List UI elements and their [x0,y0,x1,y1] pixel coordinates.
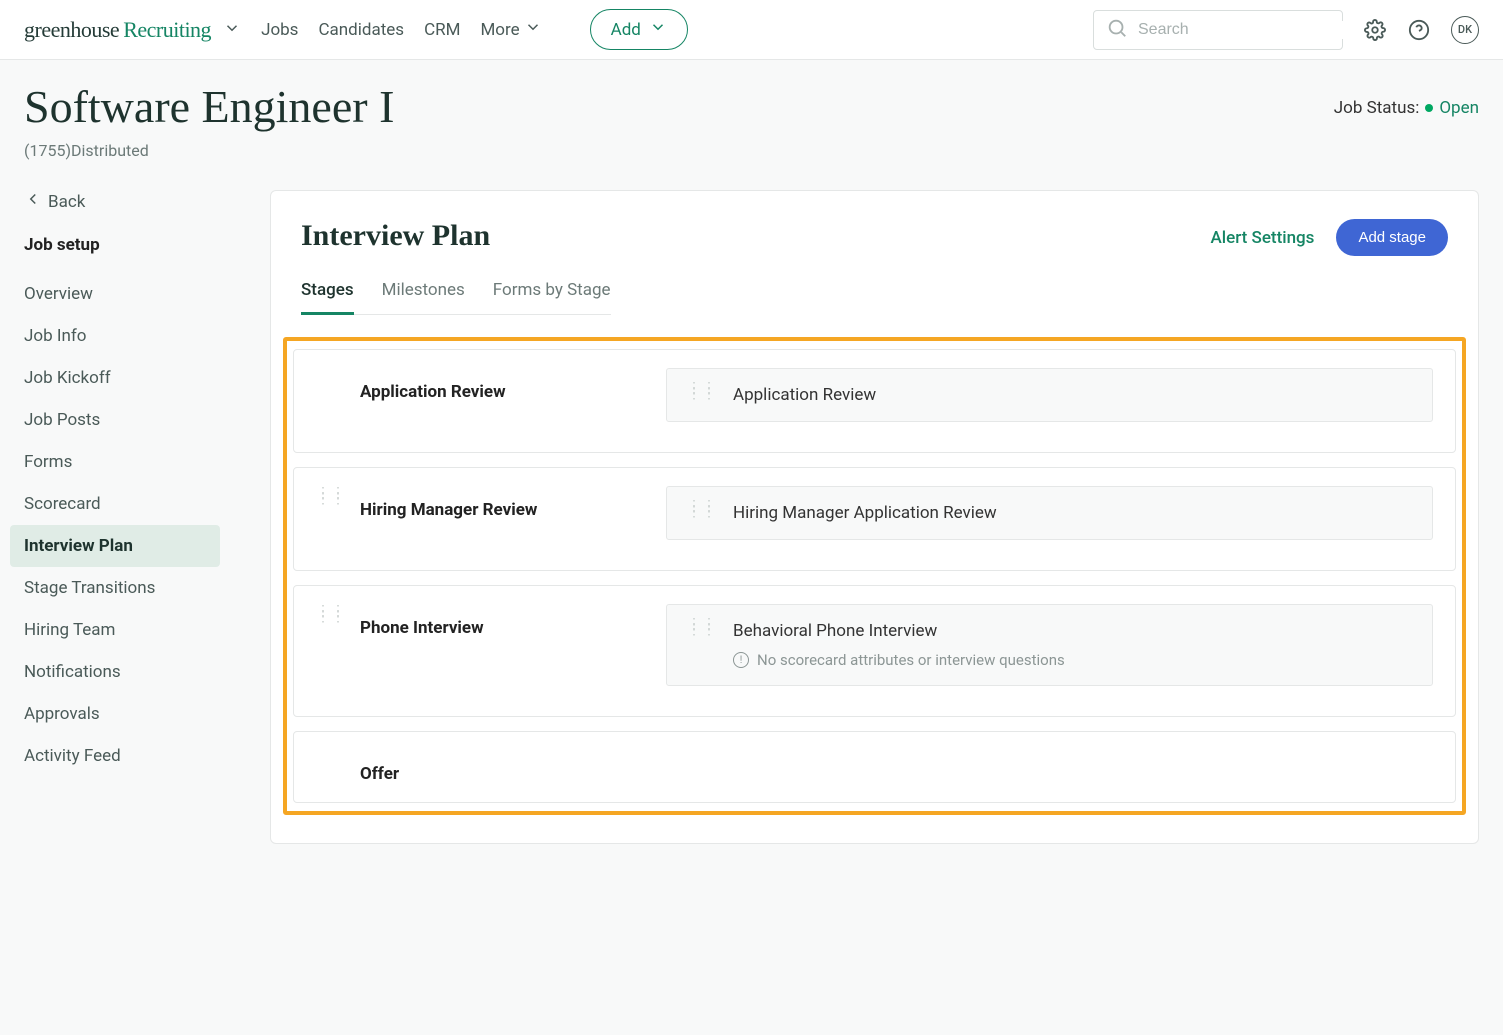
logo-text-1: greenhouse [24,17,119,43]
sidebar-item-notifications[interactable]: Notifications [24,651,240,693]
interview-warning-text: No scorecard attributes or interview que… [757,651,1065,669]
add-button-label: Add [611,20,641,40]
gear-icon[interactable] [1363,18,1387,42]
panel-title: Interview Plan [301,219,490,253]
status-dot-icon [1425,104,1433,112]
drag-handle-icon[interactable]: ⋮⋮⋮⋮ [687,503,717,515]
logo[interactable]: greenhouse Recruiting [24,17,241,43]
nav-crm[interactable]: CRM [424,20,460,40]
job-status: Job Status: Open [1334,80,1479,118]
logo-text-2: Recruiting [123,17,211,43]
interview-item[interactable]: ⋮⋮⋮⋮ Application Review [666,368,1433,422]
interview-name: Behavioral Phone Interview [733,621,1412,641]
job-office: Distributed [71,141,149,160]
add-button[interactable]: Add [590,9,688,50]
nav-jobs[interactable]: Jobs [261,20,298,40]
sidebar-item-approvals[interactable]: Approvals [24,693,240,735]
chevron-down-icon [524,18,542,41]
stage-name: Hiring Manager Review [360,486,640,520]
sidebar-item-activity-feed[interactable]: Activity Feed [24,735,240,777]
add-stage-button[interactable]: Add stage [1336,219,1448,256]
chevron-left-icon [24,190,42,213]
stages-list: Application Review ⋮⋮⋮⋮ Application Revi… [293,349,1456,803]
sidebar-item-scorecard[interactable]: Scorecard [24,483,240,525]
tab-milestones[interactable]: Milestones [382,280,465,314]
sidebar-item-job-info[interactable]: Job Info [24,315,240,357]
sidebar-item-overview[interactable]: Overview [24,273,240,315]
sidebar: Back Job setup Overview Job Info Job Kic… [0,190,240,844]
search-icon [1106,17,1128,43]
sidebar-item-job-kickoff[interactable]: Job Kickoff [24,357,240,399]
tab-stages[interactable]: Stages [301,280,354,315]
nav-more[interactable]: More [480,18,541,41]
sidebar-item-hiring-team[interactable]: Hiring Team [24,609,240,651]
main-panel: Interview Plan Alert Settings Add stage … [270,190,1479,844]
sidebar-heading: Job setup [24,235,240,255]
sidebar-item-job-posts[interactable]: Job Posts [24,399,240,441]
info-icon: ! [733,652,749,668]
drag-handle-icon[interactable]: ⋮⋮⋮⋮ [687,385,717,397]
sidebar-item-stage-transitions[interactable]: Stage Transitions [24,567,240,609]
stage-card-hiring-manager-review[interactable]: ⋮⋮⋮⋮ Hiring Manager Review ⋮⋮⋮⋮ Hiring M… [293,467,1456,571]
interview-item[interactable]: ⋮⋮⋮⋮ Behavioral Phone Interview ! No sco… [666,604,1433,686]
tabs: Stages Milestones Forms by Stage [301,280,611,315]
drag-handle-icon[interactable]: ⋮⋮⋮⋮ [316,608,346,620]
stage-name: Offer [360,750,640,784]
back-label: Back [48,192,85,212]
job-header: Software Engineer I (1755)Distributed Jo… [0,60,1503,170]
page-title: Software Engineer I [24,80,394,133]
job-meta: (1755)Distributed [24,141,394,160]
stage-name: Application Review [360,368,640,402]
drag-handle-icon[interactable]: ⋮⋮⋮⋮ [687,621,717,633]
alert-settings-link[interactable]: Alert Settings [1211,228,1315,248]
nav-candidates[interactable]: Candidates [318,20,404,40]
drag-handle-icon[interactable]: ⋮⋮⋮⋮ [316,490,346,502]
sidebar-item-interview-plan[interactable]: Interview Plan [10,525,220,567]
job-req-id: (1755) [24,141,71,160]
top-header: greenhouse Recruiting Jobs Candidates CR… [0,0,1503,60]
job-status-label: Job Status: [1334,98,1420,118]
stages-highlight: Application Review ⋮⋮⋮⋮ Application Revi… [283,337,1466,815]
stage-card-phone-interview[interactable]: ⋮⋮⋮⋮ Phone Interview ⋮⋮⋮⋮ Behavioral Pho… [293,585,1456,717]
chevron-down-icon [223,17,241,43]
avatar[interactable]: DK [1451,16,1479,44]
nav-more-label: More [480,20,519,40]
stage-name: Phone Interview [360,604,640,638]
stage-card-offer[interactable]: Offer [293,731,1456,803]
interview-warning: ! No scorecard attributes or interview q… [733,651,1412,669]
back-link[interactable]: Back [24,190,240,213]
help-icon[interactable] [1407,18,1431,42]
interview-item[interactable]: ⋮⋮⋮⋮ Hiring Manager Application Review [666,486,1433,540]
sidebar-item-forms[interactable]: Forms [24,441,240,483]
stage-card-application-review[interactable]: Application Review ⋮⋮⋮⋮ Application Revi… [293,349,1456,453]
top-nav: Jobs Candidates CRM More [261,18,542,41]
tab-forms-by-stage[interactable]: Forms by Stage [493,280,611,314]
interview-name: Hiring Manager Application Review [733,503,1412,523]
search-box[interactable] [1093,10,1343,50]
chevron-down-icon [649,18,667,41]
search-input[interactable] [1138,21,1345,39]
job-status-value: Open [1439,98,1479,118]
interview-name: Application Review [733,385,1412,405]
